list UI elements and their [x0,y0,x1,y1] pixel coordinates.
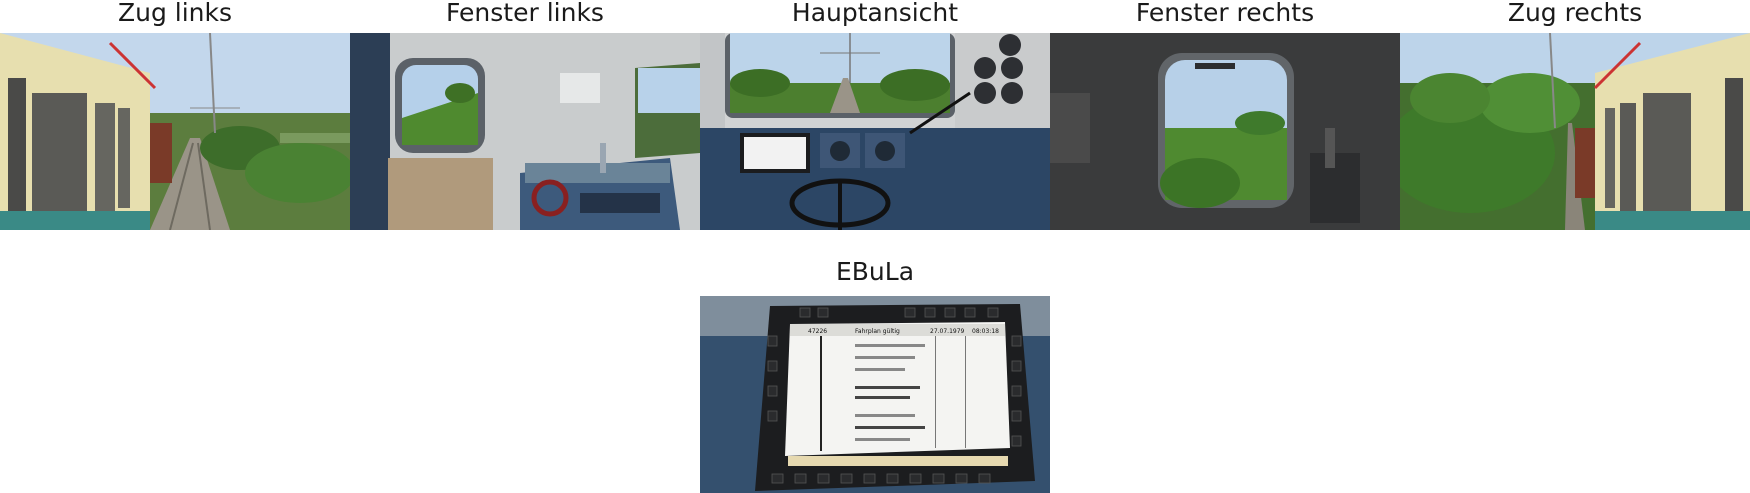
label-ebula: EBuLa [835,257,915,286]
ebula-time: 08:03:18 [972,328,999,335]
zug-rechts-image [1400,33,1750,230]
zug-links-image [0,33,350,230]
fenster-links-image [350,33,700,230]
view-zug-rechts[interactable] [1400,33,1750,230]
ebula-train-no: 47226 [808,328,827,335]
label-fenster-rechts: Fenster rechts [1135,0,1315,27]
ebula-date: 27.07.1979 [930,328,965,335]
view-fenster-rechts[interactable] [1050,33,1400,230]
view-fenster-links[interactable] [350,33,700,230]
label-hauptansicht: Hauptansicht [791,0,959,27]
fenster-rechts-image [1050,33,1400,230]
label-zug-links: Zug links [117,0,233,27]
label-zug-rechts: Zug rechts [1507,0,1643,27]
ebula-mode: Fahrplan gültig [855,328,900,335]
view-ebula[interactable]: 47226 Fahrplan gültig 27.07.1979 08:03:1… [700,296,1050,493]
hauptansicht-image [700,33,1050,230]
view-hauptansicht[interactable] [700,33,1050,230]
ebula-image: 47226 Fahrplan gültig 27.07.1979 08:03:1… [700,296,1050,493]
view-zug-links[interactable] [0,33,350,230]
label-fenster-links: Fenster links [446,0,604,27]
